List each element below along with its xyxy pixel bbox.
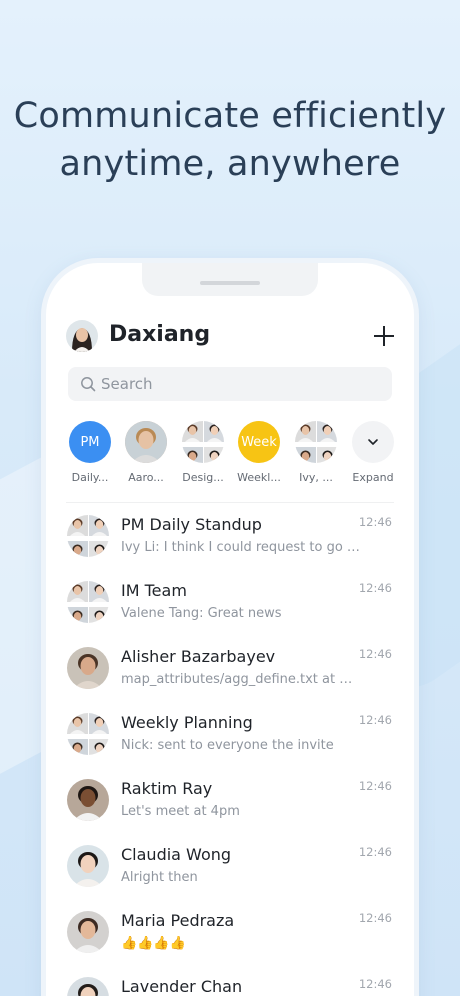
chat-name: Weekly Planning bbox=[121, 713, 253, 732]
expand-button[interactable]: Expand bbox=[349, 421, 397, 484]
chat-timestamp: 12:46 bbox=[358, 977, 392, 991]
chat-preview: Valene Tang: Great news bbox=[121, 606, 282, 621]
chat-timestamp: 12:46 bbox=[358, 713, 392, 727]
quick-access-item[interactable]: Desig... bbox=[179, 421, 227, 484]
avatar[interactable] bbox=[66, 320, 98, 352]
promo-headline: Communicate efficiently anytime, anywher… bbox=[0, 92, 460, 188]
group-avatar bbox=[67, 713, 109, 755]
quick-access-item[interactable]: Ivy, ... bbox=[292, 421, 340, 484]
group-avatar bbox=[67, 581, 109, 623]
quick-access-label: Desig... bbox=[182, 471, 224, 484]
avatar bbox=[67, 911, 109, 953]
chat-preview: Alright then bbox=[121, 870, 198, 885]
badge-avatar: PM bbox=[69, 421, 111, 463]
avatar bbox=[67, 977, 109, 996]
chat-name: Maria Pedraza bbox=[121, 911, 235, 930]
quick-access-item[interactable]: Week Weekl... bbox=[235, 421, 283, 484]
chat-name: Claudia Wong bbox=[121, 845, 232, 864]
chat-row[interactable]: PM Daily Standup Ivy Li: I think I could … bbox=[46, 507, 414, 573]
avatar bbox=[125, 421, 167, 463]
chat-preview: Nick: sent to everyone the invite bbox=[121, 738, 334, 753]
quick-access-item[interactable]: PM Daily... bbox=[66, 421, 114, 484]
chat-timestamp: 12:46 bbox=[358, 911, 392, 925]
chat-name: Raktim Ray bbox=[121, 779, 213, 798]
chat-preview: map_attributes/agg_define.txt at m... bbox=[121, 672, 361, 687]
headline-line-1: Communicate efficiently bbox=[13, 96, 447, 136]
chat-name: Lavender Chan bbox=[121, 977, 243, 996]
chat-name: IM Team bbox=[121, 581, 187, 600]
plus-icon[interactable] bbox=[372, 324, 396, 348]
search-icon bbox=[81, 377, 96, 392]
avatar bbox=[67, 779, 109, 821]
chat-timestamp: 12:46 bbox=[358, 779, 392, 793]
chat-row[interactable]: Claudia Wong Alright then 12:46 bbox=[46, 837, 414, 903]
chat-name: Alisher Bazarbayev bbox=[121, 647, 276, 666]
chat-preview: Let's meet at 4pm bbox=[121, 804, 240, 819]
headline-line-2: anytime, anywhere bbox=[59, 144, 401, 184]
chat-timestamp: 12:46 bbox=[358, 845, 392, 859]
chat-row[interactable]: IM Team Valene Tang: Great news 12:46 bbox=[46, 573, 414, 639]
chat-timestamp: 12:46 bbox=[358, 647, 392, 661]
chat-name: PM Daily Standup bbox=[121, 515, 262, 534]
quick-access-label: Daily... bbox=[71, 471, 109, 484]
divider bbox=[66, 502, 394, 503]
app-title: Daxiang bbox=[109, 322, 211, 347]
search-placeholder: Search bbox=[101, 375, 153, 393]
quick-access-label: Ivy, ... bbox=[299, 471, 333, 484]
chat-preview: 👍👍👍👍 bbox=[121, 936, 186, 951]
group-avatar bbox=[182, 421, 224, 463]
quick-access-bar: PM Daily... Aaro... Desig... Week Weekl... Ivy… bbox=[66, 421, 406, 491]
search-input[interactable]: Search bbox=[68, 367, 392, 401]
chevron-down-icon bbox=[352, 421, 394, 463]
quick-access-label: Expand bbox=[352, 471, 394, 484]
chat-timestamp: 12:46 bbox=[358, 515, 392, 529]
quick-access-label: Aaro... bbox=[128, 471, 164, 484]
badge-avatar: Week bbox=[238, 421, 280, 463]
chat-row[interactable]: Lavender Chan 12:46 bbox=[46, 969, 414, 996]
group-avatar bbox=[295, 421, 337, 463]
chat-row[interactable]: Weekly Planning Nick: sent to everyone th… bbox=[46, 705, 414, 771]
chat-timestamp: 12:46 bbox=[358, 581, 392, 595]
avatar bbox=[67, 647, 109, 689]
avatar bbox=[67, 845, 109, 887]
app-header: Daxiang bbox=[66, 320, 396, 354]
chat-preview: Ivy Li: I think I could request to go if… bbox=[121, 540, 361, 555]
chat-row[interactable]: Raktim Ray Let's meet at 4pm 12:46 bbox=[46, 771, 414, 837]
quick-access-label: Weekl... bbox=[237, 471, 281, 484]
group-avatar bbox=[67, 515, 109, 557]
chat-row[interactable]: Alisher Bazarbayev map_attributes/agg_def… bbox=[46, 639, 414, 705]
chat-row[interactable]: Maria Pedraza 👍👍👍👍 12:46 bbox=[46, 903, 414, 969]
notch-speaker bbox=[200, 281, 260, 285]
phone-notch bbox=[142, 263, 318, 296]
quick-access-item[interactable]: Aaro... bbox=[122, 421, 170, 484]
phone-frame: Daxiang Search PM Daily... Aaro... Desig...… bbox=[46, 263, 414, 996]
